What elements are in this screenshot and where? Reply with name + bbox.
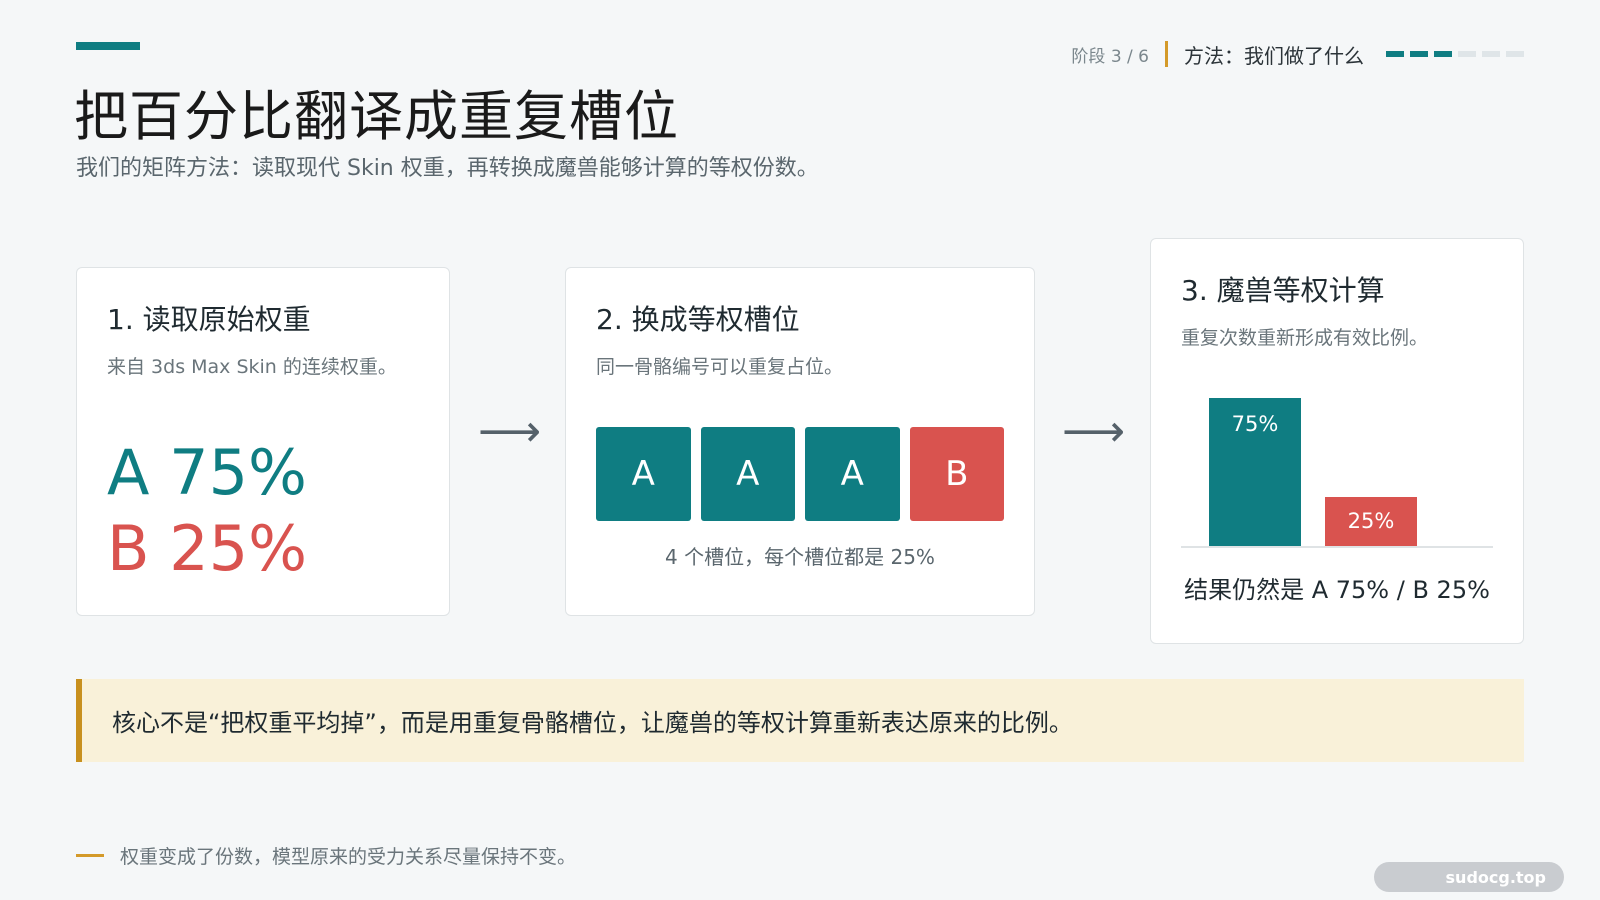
page-title: 把百分比翻译成重复槽位	[74, 85, 679, 148]
footer-text: 权重变成了份数，模型原来的受力关系尽量保持不变。	[120, 846, 577, 868]
step2-desc: 同一骨骼编号可以重复占位。	[596, 356, 844, 378]
watermark-badge: sudocg.top	[1374, 862, 1564, 892]
step3-desc: 重复次数重新形成有效比例。	[1181, 327, 1429, 349]
step2-title: 2. 换成等权槽位	[596, 303, 800, 336]
progress-dot	[1506, 51, 1524, 57]
stage-separator	[1165, 41, 1168, 67]
result-text: 结果仍然是 A 75% / B 25%	[1184, 576, 1490, 604]
slot-a-3: A	[805, 427, 900, 521]
stage-indicator: 阶段 3 / 6	[1071, 46, 1149, 67]
progress-dot	[1434, 51, 1452, 57]
slot-a-1: A	[596, 427, 691, 521]
slot-row: A A A B	[596, 427, 1004, 521]
step2-card: 2. 换成等权槽位 同一骨骼编号可以重复占位。 A A A B 4 个槽位，每个…	[565, 267, 1035, 616]
step3-title: 3. 魔兽等权计算	[1181, 274, 1385, 307]
step3-card: 3. 魔兽等权计算 重复次数重新形成有效比例。 75% 25% 结果仍然是 A …	[1150, 238, 1524, 644]
progress-dots	[1386, 51, 1524, 57]
bar-a: 75%	[1209, 398, 1301, 546]
chart-baseline	[1181, 546, 1493, 548]
step1-title: 1. 读取原始权重	[107, 303, 311, 336]
weight-b-value: B 25%	[107, 512, 308, 585]
ratio-bar-chart: 75% 25%	[1181, 372, 1493, 568]
bar-b: 25%	[1325, 496, 1417, 546]
slot-a-2: A	[700, 427, 795, 521]
progress-dot	[1482, 51, 1500, 57]
section-label: 方法：我们做了什么	[1184, 43, 1364, 68]
footer-note: 权重变成了份数，模型原来的受力关系尽量保持不变。	[76, 842, 576, 869]
step1-desc: 来自 3ds Max Skin 的连续权重。	[107, 356, 397, 378]
key-insight-callout: 核心不是“把权重平均掉”，而是用重复骨骼槽位，让魔兽的等权计算重新表达原来的比例…	[76, 679, 1524, 762]
arrow-right-icon: ⟶	[478, 406, 542, 457]
progress-dot	[1458, 51, 1476, 57]
step1-card: 1. 读取原始权重 来自 3ds Max Skin 的连续权重。 A 75% B…	[76, 267, 450, 616]
slot-b-1: B	[909, 427, 1004, 521]
arrow-right-icon: ⟶	[1062, 406, 1126, 457]
weight-a-value: A 75%	[107, 436, 307, 509]
slot-caption: 4 个槽位，每个槽位都是 25%	[665, 545, 935, 569]
progress-dot	[1410, 51, 1428, 57]
progress-dot	[1386, 51, 1404, 57]
footer-accent-line	[76, 854, 104, 857]
stage-progress: 阶段 3 / 6 方法：我们做了什么	[1071, 40, 1524, 68]
title-accent-bar	[76, 42, 140, 50]
page-subtitle: 我们的矩阵方法：读取现代 Skin 权重，再转换成魔兽能够计算的等权份数。	[76, 156, 819, 181]
